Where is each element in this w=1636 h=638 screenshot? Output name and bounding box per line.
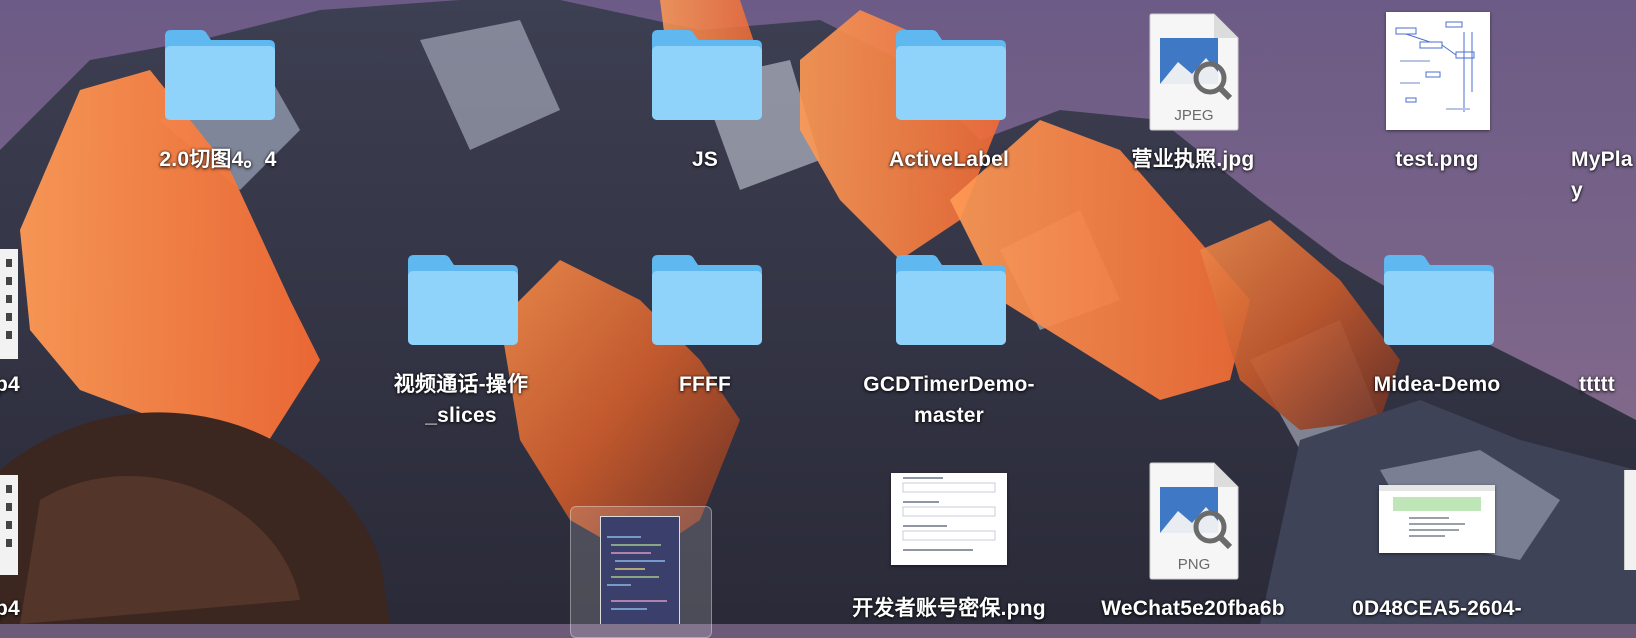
folder-icon [652,30,762,120]
video-file-icon [0,475,18,575]
desktop-item-label: ActiveLabel [888,148,1010,171]
desktop-folder-2-0[interactable]: 2.0切图4。4 [98,4,338,204]
desktop-file-0d48-png[interactable]: 0D48CEA5-2604- [1317,453,1557,624]
form-preview-icon [902,477,996,551]
image-thumbnail-icon [891,473,1007,565]
desktop-file-tttt[interactable]: ttttt [1561,229,1636,429]
folder-icon [1384,255,1494,345]
desktop-file-mp4-1[interactable]: p4 [0,229,60,429]
desktop-item-label: 2.0切图4。4 [159,148,277,171]
desktop-folder-js[interactable]: JS [585,4,825,204]
desktop-item-label: Midea-Demo [1373,373,1501,396]
desktop-item-label: p4 [0,597,20,620]
desktop-item-label: MyPla y [1571,148,1633,202]
desktop-file-test-png[interactable]: test.png [1317,4,1557,204]
desktop-folder-ffff[interactable]: FFFF [585,229,825,429]
code-lines-icon [607,536,667,610]
diagram-preview-icon [1395,21,1475,112]
desktop-item-label: test.png [1395,148,1479,171]
desktop-item-label: 营业执照.jpg [1131,148,1255,171]
desktop-file-selected-doc[interactable] [600,516,680,624]
folder-icon [652,255,762,345]
desktop-item-label: FFFF [678,373,732,396]
desktop-folder-activelabel[interactable]: ActiveLabel [829,4,1069,204]
folder-icon [165,30,275,120]
desktop-item-label: p4 [0,373,20,396]
desktop-file-license-jpg[interactable]: JPEG 营业执照.jpg [1073,4,1313,204]
desktop-file-wechat-png[interactable]: PNG WeChat5e20fba6b [1073,453,1313,624]
desktop-item-label: ttttt [1579,373,1615,396]
desktop-item-label: JS [691,148,719,171]
jpeg-badge: JPEG [1174,107,1213,124]
desktop-item-label: GCDTimerDemo- master [863,373,1035,427]
image-thumbnail-icon [1379,485,1495,553]
png-badge: PNG [1178,556,1211,573]
desktop-folder-gcdtimer[interactable]: GCDTimerDemo- master [829,229,1069,429]
folder-icon [408,255,518,345]
image-thumbnail-icon [1386,12,1490,130]
desktop-item-label: 0D48CEA5-2604- [1352,597,1522,620]
desktop-file-partial-right[interactable] [1624,470,1636,570]
png-file-icon: PNG [1149,462,1239,580]
desktop-file-myplay[interactable]: MyPla y [1561,4,1636,204]
desktop-folder-video-slices[interactable]: 视频通话-操作 _slices [341,229,581,429]
video-file-icon [0,249,18,359]
desktop-item-label: 视频通话-操作 _slices [393,373,529,427]
folder-icon [896,30,1006,120]
desktop-folder-midea[interactable]: Midea-Demo [1317,229,1557,429]
desktop-file-mp4-2[interactable]: p4 [0,453,60,624]
jpeg-file-icon: JPEG [1149,13,1239,131]
folder-icon [896,255,1006,345]
desktop-item-label: 开发者账号密保.png [852,597,1046,620]
desktop-item-label: WeChat5e20fba6b [1101,597,1285,620]
code-preview-icon [600,516,680,624]
desktop-file-dev-account-png[interactable]: 开发者账号密保.png [829,453,1069,624]
webpage-preview-icon [1379,485,1495,537]
